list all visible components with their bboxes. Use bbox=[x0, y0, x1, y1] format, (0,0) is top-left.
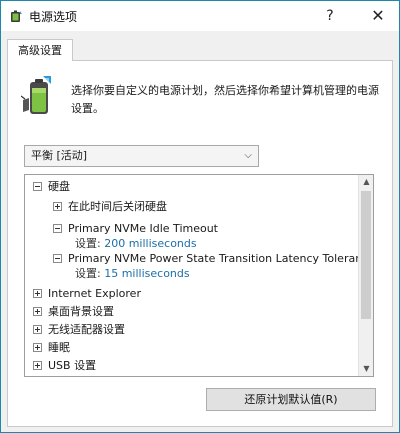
tree-node-sleep[interactable]: 睡眠 bbox=[33, 340, 70, 356]
expand-icon[interactable] bbox=[33, 307, 42, 316]
tree-node-turn-off-hard-disk[interactable]: 在此时间后关闭硬盘 bbox=[53, 199, 167, 215]
scrollbar-thumb[interactable] bbox=[361, 191, 371, 319]
nvme-latency-value[interactable]: 15 milliseconds bbox=[104, 267, 189, 280]
nvme-idle-timeout-setting[interactable]: 设置: 200 milliseconds bbox=[75, 236, 197, 252]
scroll-down-icon[interactable]: ▼ bbox=[359, 362, 373, 376]
restore-defaults-button[interactable]: 还原计划默认值(R) bbox=[206, 388, 376, 411]
power-options-window: 电源选项 ? ✕ 高级设置 选择你要自定义的电源计划，然后选择你希望计算机管理的… bbox=[0, 0, 400, 433]
power-plan-dropdown[interactable]: 平衡 [活动] ⌵ bbox=[24, 145, 259, 167]
nvme-idle-timeout-value[interactable]: 200 milliseconds bbox=[104, 237, 196, 250]
title-bar: 电源选项 ? ✕ bbox=[1, 1, 399, 31]
expand-icon[interactable] bbox=[33, 361, 42, 370]
tree-node-nvme-idle-timeout[interactable]: Primary NVMe Idle Timeout bbox=[53, 221, 218, 237]
tree-node-desktop-background[interactable]: 桌面背景设置 bbox=[33, 304, 114, 320]
plan-description: 选择你要自定义的电源计划，然后选择你希望计算机管理的电源设置。 bbox=[71, 84, 379, 115]
expand-icon[interactable] bbox=[53, 202, 62, 211]
collapse-icon[interactable] bbox=[33, 182, 42, 191]
collapse-icon[interactable] bbox=[53, 224, 62, 233]
tree-node-internet-explorer[interactable]: Internet Explorer bbox=[33, 286, 141, 302]
tree-node-nvme-latency[interactable]: Primary NVMe Power State Transition Late… bbox=[53, 251, 373, 267]
tree-node-hard-disk[interactable]: 硬盘 bbox=[33, 179, 70, 195]
battery-power-icon bbox=[21, 76, 51, 114]
tab-advanced-settings[interactable]: 高级设置 bbox=[7, 39, 73, 61]
expand-icon[interactable] bbox=[33, 343, 42, 352]
power-plan-selected: 平衡 [活动] bbox=[31, 149, 88, 162]
help-button[interactable]: ? bbox=[319, 5, 341, 27]
power-options-icon bbox=[11, 10, 22, 22]
scroll-up-icon[interactable]: ▲ bbox=[359, 175, 373, 189]
tree-scrollbar[interactable]: ▲ ▼ bbox=[358, 175, 373, 376]
tree-node-wireless-adapter[interactable]: 无线适配器设置 bbox=[33, 322, 125, 338]
tree-node-usb-settings[interactable]: USB 设置 bbox=[33, 358, 96, 374]
expand-icon[interactable] bbox=[33, 289, 42, 298]
expand-icon[interactable] bbox=[33, 325, 42, 334]
nvme-latency-setting[interactable]: 设置: 15 milliseconds bbox=[75, 266, 190, 282]
window-title: 电源选项 bbox=[29, 10, 78, 24]
chevron-down-icon: ⌵ bbox=[244, 150, 252, 161]
collapse-icon[interactable] bbox=[53, 254, 62, 263]
power-settings-tree[interactable]: 硬盘 在此时间后关闭硬盘 Primary NVMe Idle Timeout 设… bbox=[24, 174, 374, 377]
close-button[interactable]: ✕ bbox=[367, 5, 389, 27]
